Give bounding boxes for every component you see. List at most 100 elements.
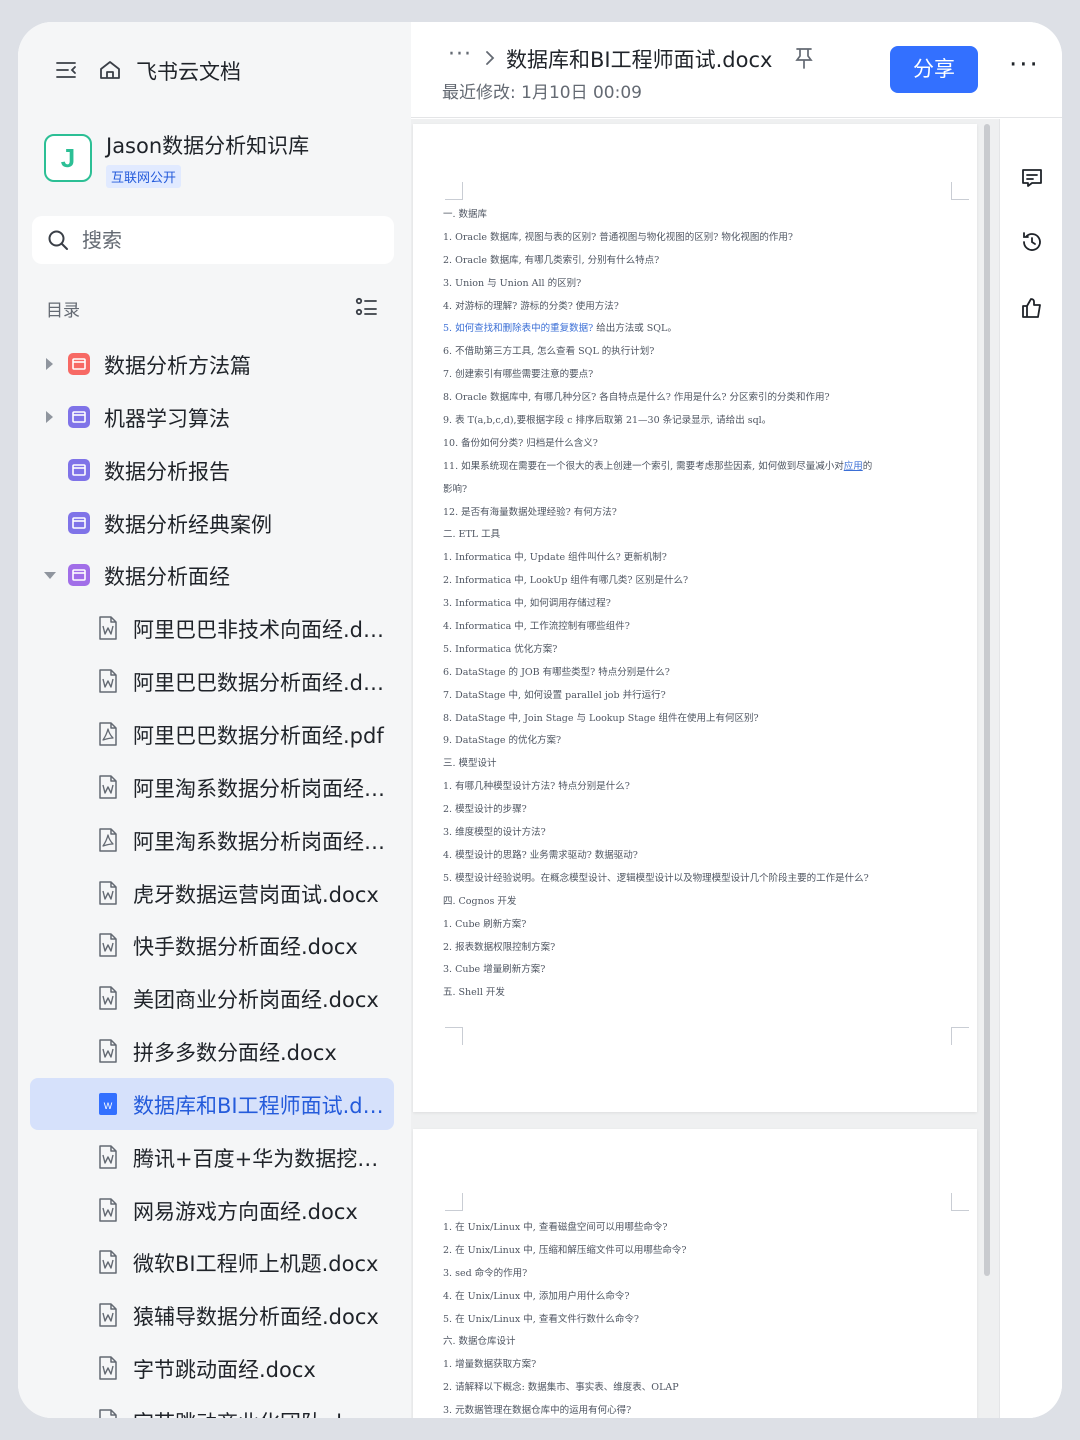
doc-line: 3. Union 与 Union All 的区别? [443,277,582,289]
pin-icon[interactable] [794,47,814,69]
outline-toggle-icon[interactable] [355,295,379,319]
tree-item-label: 字节跳动面经.docx [133,1358,316,1383]
tree-doc-selected[interactable]: W 数据库和BI工程师面试.docx [30,1077,394,1130]
tree-doc[interactable]: 快手数据分析面经.docx [30,919,394,971]
tree-doc[interactable]: 腾讯+百度+华为数据挖掘... [30,1131,394,1183]
doc-title[interactable]: 数据库和BI工程师面试.docx [506,44,772,74]
word-file-icon [98,1250,118,1275]
tree-doc[interactable]: 猿辅导数据分析面经.docx [30,1289,394,1341]
caret-right-icon[interactable] [46,358,53,370]
folder-icon [68,511,90,534]
more-options-button[interactable]: ··· [1009,52,1040,78]
page-corner-mark [445,1027,463,1045]
knowledge-base-name: Jason数据分析知识库 [106,134,310,158]
tree-doc[interactable]: 阿里巴巴数据分析面经.docx [30,655,394,707]
search-box[interactable] [32,216,394,264]
doc-line: 3. 维度模型的设计方法? [443,827,546,839]
search-input[interactable] [82,224,372,256]
caret-right-icon[interactable] [46,410,53,423]
tree-doc[interactable]: 网易游戏方向面经.docx [30,1184,394,1236]
doc-line: 1. Cube 刷新方案? [443,918,527,930]
doc-line: 1. 增量数据获取方案? [443,1359,537,1371]
tree-folder[interactable]: 机器学习算法 [30,391,394,443]
doc-line-text: 的 [862,460,873,472]
tree-doc[interactable]: 微软BI工程师上机题.docx [30,1236,394,1288]
vertical-scrollbar[interactable] [984,124,990,1276]
doc-link[interactable]: 应用 [844,461,863,472]
document-viewer[interactable]: 一. 数据库 1. Oracle 数据库, 视图与表的区别? 普通视图与物化视图的… [411,119,999,1418]
word-file-icon [98,880,118,905]
tree-doc[interactable]: 字节跳动面经.docx [30,1342,394,1394]
tree-item-label: 数据分析报告 [104,459,230,484]
doc-line: 4. 对游标的理解? 游标的分类? 使用方法? [443,300,619,312]
tree-folder[interactable]: 数据分析经典案例 [30,497,394,549]
doc-line: 7. DataStage 中, 如何设置 parallel job 并行运行? [443,689,666,701]
breadcrumb-more-button[interactable]: ··· [448,42,472,67]
tree-doc[interactable]: 阿里淘系数据分析岗面经.p... [30,814,394,866]
tree-doc[interactable]: 阿里巴巴非技术向面经.docx [30,602,394,654]
tree-doc[interactable]: 阿里淘系数据分析岗面经.d... [30,761,394,813]
page-2-text: 1. 在 Unix/Linux 中, 查看磁盘空间可以用哪些命令? 2. 在 Un… [443,1217,953,1418]
knowledge-base-header[interactable]: J Jason数据分析知识库 互联网公开 [44,130,384,190]
tree-folder[interactable]: 数据分析报告 [30,444,394,496]
word-file-icon [98,669,118,693]
toc-label: 目录 [46,301,80,321]
word-file-icon [98,1356,118,1380]
tree-folder[interactable]: 数据分析面经 [30,549,394,601]
doc-line: 1. 有哪几种模型设计方法? 特点分别是什么? [443,781,630,793]
doc-line: 5. Informatica 优化方案? [443,643,558,655]
tree-doc[interactable]: 拼多多数分面经.docx [30,1025,394,1077]
word-file-icon [98,933,118,958]
doc-line: 1. Oracle 数据库, 视图与表的区别? 普通视图与物化视图的区别? 物化… [443,231,793,243]
sidebar: 飞书云文档 J Jason数据分析知识库 互联网公开 目录 数据分析方法篇机器学… [18,22,411,1418]
history-icon[interactable] [1020,230,1044,254]
tree-doc[interactable]: 字节跳动商业化团队.docx [30,1395,394,1418]
page-1-text: 一. 数据库 1. Oracle 数据库, 视图与表的区别? 普通视图与物化视图的… [443,204,953,1005]
tree-doc[interactable]: 阿里巴巴数据分析面经.pdf [30,708,394,760]
caret-down-icon[interactable] [44,572,56,580]
tree-item-label: 腾讯+百度+华为数据挖掘... [133,1146,391,1171]
doc-line: 2. 报表数据权限控制方案? [443,941,556,953]
knowledge-base-avatar: J [44,134,92,182]
home-icon[interactable] [98,58,122,82]
tree-folder[interactable]: 数据分析方法篇 [30,338,394,390]
word-file-icon [98,1145,118,1169]
tree-item-label: 阿里淘系数据分析岗面经.p... [133,829,391,854]
last-modified: 最近修改: 1月10日 00:09 [442,83,642,103]
doc-line: 4. 模型设计的思路? 业务需求驱动? 数据驱动? [443,849,638,861]
doc-line: 10. 备份如何分类? 归档是什么含义? [443,437,598,449]
tree-doc[interactable]: 虎牙数据运营岗面试.docx [30,867,394,919]
tree-doc[interactable]: 美团商业分析岗面经.docx [30,972,394,1024]
share-button[interactable]: 分享 [890,46,978,93]
doc-line: 2. Informatica 中, LookUp 组件有哪几类? 区别是什么? [443,575,689,587]
doc-line: 影响? [443,483,468,495]
tree-item-label: 数据分析方法篇 [104,354,251,378]
folder-icon [68,405,90,428]
doc-link[interactable]: 5. 如何查找和删除表中的重复数据? [443,323,593,334]
tree-item-label: 阿里巴巴非技术向面经.docx [133,618,391,643]
doc-line: 一. 数据库 [443,209,488,220]
doc-line: 二. ETL 工具 [443,529,501,541]
tree-item-label: 数据分析面经 [104,565,230,590]
app-title[interactable]: 飞书云文档 [136,56,241,86]
search-icon [46,228,70,252]
like-icon[interactable] [1020,296,1044,320]
doc-line: 9. 表 T(a,b,c,d),要根据字段 c 排序后取第 21—30 条记录显… [443,415,772,427]
doc-line-text: 11. 如果系统现在需要在一个很大的表上创建一个索引, 需要考虑那些因素, 如何… [443,460,844,472]
doc-line: 7. 创建索引有哪些需要注意的要点? [443,369,594,381]
doc-line: 4. Informatica 中, 工作流控制有哪些组件? [443,621,630,633]
doc-line: 5. 在 Unix/Linux 中, 查看文件行数什么命令? [443,1313,639,1325]
app-window: 飞书云文档 J Jason数据分析知识库 互联网公开 目录 数据分析方法篇机器学… [18,22,1062,1418]
comment-icon[interactable] [1020,166,1044,190]
tree-item-label: 拼多多数分面经.docx [133,1041,337,1066]
doc-line: 3. 元数据管理在数据仓库中的运用有何心得? [443,1405,632,1417]
tree-item-label: 阿里淘系数据分析岗面经.d... [133,776,391,801]
word-file-icon [98,1197,118,1222]
tree-item-label: 数据分析经典案例 [104,512,272,537]
tree-item-label: 机器学习算法 [104,406,230,431]
tree-item-label: 虎牙数据运营岗面试.docx [133,882,379,907]
doc-line: 2. 模型设计的步骤? [443,804,527,816]
page-corner-mark [445,1193,463,1211]
collapse-sidebar-icon[interactable] [54,58,78,82]
doc-line: 1. Informatica 中, Update 组件叫什么? 更新机制? [443,552,667,564]
